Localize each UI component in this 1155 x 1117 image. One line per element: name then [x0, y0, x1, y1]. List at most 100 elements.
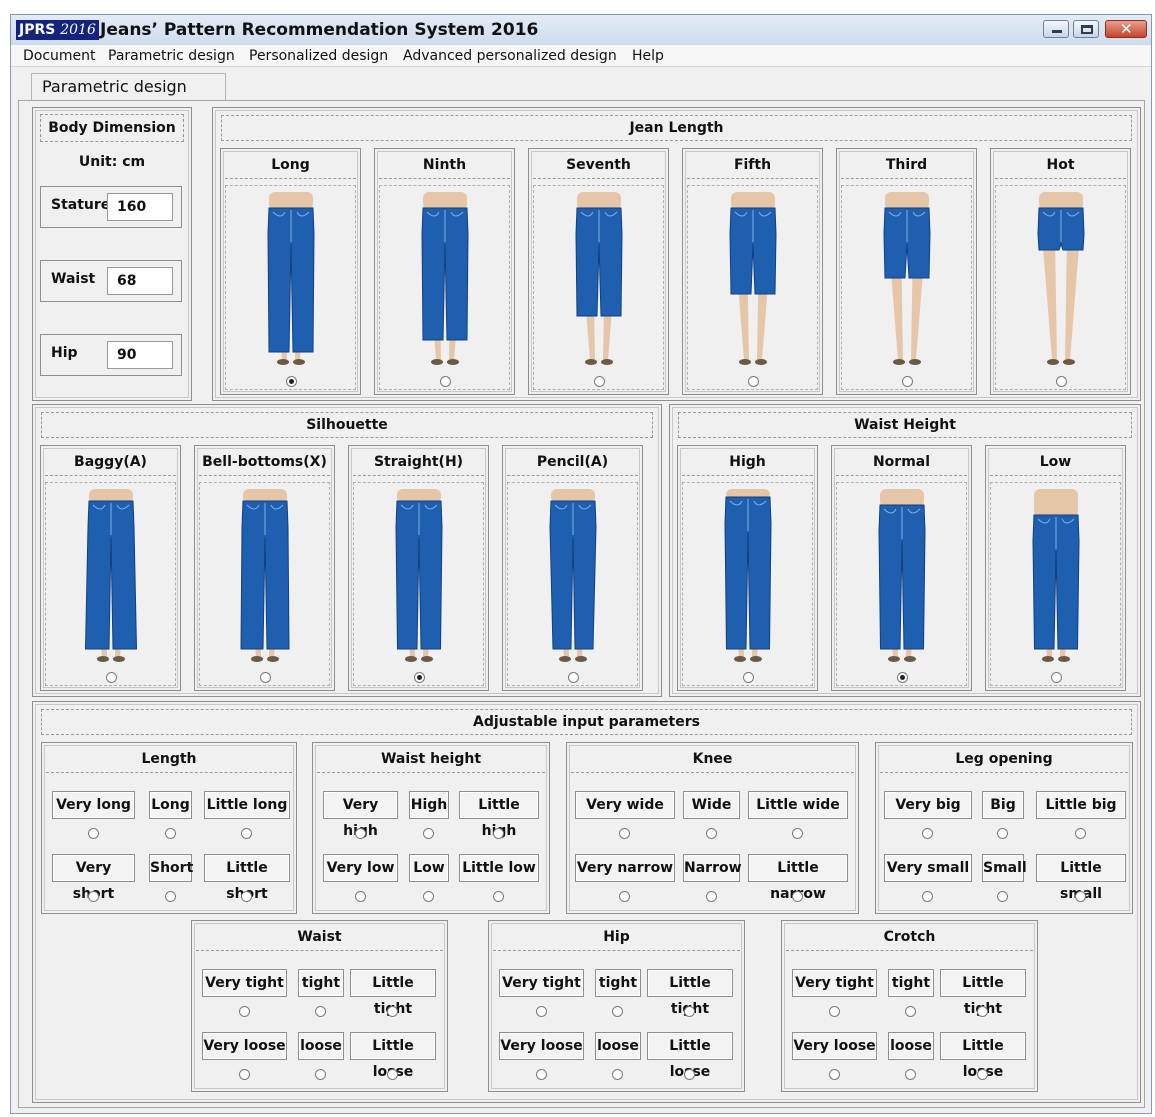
waist-radio-little-losse[interactable] — [387, 1069, 398, 1080]
leg-opening-option-little-big[interactable]: Little big — [1036, 791, 1126, 819]
hip-radio-loose[interactable] — [612, 1069, 623, 1080]
knee-radio-very-wide[interactable] — [619, 828, 630, 839]
waist-height-radio-very-low[interactable] — [355, 891, 366, 902]
waist-radio-little-tight[interactable] — [387, 1006, 398, 1017]
length-radio-very-short[interactable] — [88, 891, 99, 902]
knee-radio-very-narrow[interactable] — [619, 891, 630, 902]
waist-height-option-very-low[interactable]: Very low — [323, 854, 398, 882]
crotch-option-tight[interactable]: tight — [888, 969, 934, 997]
length-option-very-short[interactable]: Very short — [52, 854, 135, 902]
hip-option-tight[interactable]: tight — [595, 969, 641, 997]
waist-height-card-normal[interactable]: Normal — [831, 445, 972, 691]
jean-length-card-ninth[interactable]: Ninth — [374, 148, 515, 395]
knee-option-narrow[interactable]: Narrow — [683, 854, 742, 882]
silhouette-card-pencil-a[interactable]: Pencil(A) — [502, 445, 643, 691]
length-option-little-short[interactable]: Little short — [204, 854, 290, 902]
crotch-radio-little-tight[interactable] — [977, 1006, 988, 1017]
waist-radio-very-tight[interactable] — [239, 1006, 250, 1017]
waist-height-radio-little-low[interactable] — [493, 891, 504, 902]
jean-length-radio-third[interactable] — [902, 376, 913, 387]
length-option-very-long[interactable]: Very long — [52, 791, 135, 819]
waist-option-little-losse[interactable]: Little losse — [350, 1032, 436, 1080]
waist-option-tight[interactable]: tight — [298, 969, 344, 997]
length-radio-short[interactable] — [165, 891, 176, 902]
hip-radio-tight[interactable] — [612, 1006, 623, 1017]
close-button[interactable]: ✕ — [1105, 20, 1147, 38]
waist-option-very-loose[interactable]: Very loose — [202, 1032, 287, 1060]
silhouette-radio-pencil-a[interactable] — [568, 672, 579, 683]
waist-radio-very-loose[interactable] — [239, 1069, 250, 1080]
length-radio-long[interactable] — [165, 828, 176, 839]
minimize-button[interactable] — [1043, 20, 1069, 38]
crotch-radio-little-losse[interactable] — [977, 1069, 988, 1080]
knee-radio-narrow[interactable] — [706, 891, 717, 902]
waist-height-radio-low[interactable] — [1051, 672, 1062, 683]
waist-height-radio-high[interactable] — [423, 828, 434, 839]
waist-option-very-tight[interactable]: Very tight — [202, 969, 287, 997]
hip-option-very-loose[interactable]: Very loose — [499, 1032, 584, 1060]
hip-radio-very-loose[interactable] — [536, 1069, 547, 1080]
jean-length-card-seventh[interactable]: Seventh — [528, 148, 669, 395]
crotch-radio-loose[interactable] — [905, 1069, 916, 1080]
knee-option-very-narrow[interactable]: Very narrow — [575, 854, 675, 882]
jean-length-card-hot[interactable]: Hot — [990, 148, 1131, 395]
hip-radio-little-tight[interactable] — [684, 1006, 695, 1017]
length-radio-little-short[interactable] — [241, 891, 252, 902]
leg-opening-radio-big[interactable] — [997, 828, 1008, 839]
crotch-radio-very-loose[interactable] — [829, 1069, 840, 1080]
waist-height-radio-high[interactable] — [743, 672, 754, 683]
crotch-radio-very-tight[interactable] — [829, 1006, 840, 1017]
leg-opening-option-very-small[interactable]: Very small — [884, 854, 972, 882]
silhouette-radio-straight-h[interactable] — [414, 672, 425, 683]
leg-opening-option-small[interactable]: Small — [982, 854, 1027, 882]
tab-parametric-design[interactable]: Parametric design — [31, 73, 226, 101]
silhouette-radio-bell-bottoms-x[interactable] — [260, 672, 271, 683]
leg-opening-radio-very-big[interactable] — [922, 828, 933, 839]
jean-length-radio-hot[interactable] — [1056, 376, 1067, 387]
crotch-option-very-tight[interactable]: Very tight — [792, 969, 877, 997]
silhouette-radio-baggy-a[interactable] — [106, 672, 117, 683]
title-bar[interactable]: JPRS 2016 Jeans’ Pattern Recommendation … — [11, 15, 1151, 45]
length-option-long[interactable]: Long — [149, 791, 192, 819]
jean-length-radio-ninth[interactable] — [440, 376, 451, 387]
menu-advanced-personalized-design[interactable]: Advanced personalized design — [403, 47, 617, 65]
waist-height-radio-very-high[interactable] — [355, 828, 366, 839]
knee-radio-little-narrow[interactable] — [792, 891, 803, 902]
leg-opening-option-big[interactable]: Big — [982, 791, 1024, 819]
leg-opening-option-little-small[interactable]: Little small — [1036, 854, 1126, 902]
waist-radio-tight[interactable] — [315, 1006, 326, 1017]
leg-opening-option-very-big[interactable]: Very big — [884, 791, 972, 819]
jean-length-card-fifth[interactable]: Fifth — [682, 148, 823, 395]
hip-input[interactable]: 90 — [107, 341, 173, 369]
knee-option-very-wide[interactable]: Very wide — [575, 791, 675, 819]
jean-length-radio-fifth[interactable] — [748, 376, 759, 387]
silhouette-card-straight-h[interactable]: Straight(H) — [348, 445, 489, 691]
silhouette-card-bell-bottoms-x[interactable]: Bell-bottoms(X) — [194, 445, 335, 691]
menu-parametric-design[interactable]: Parametric design — [108, 47, 235, 65]
leg-opening-radio-little-small[interactable] — [1075, 891, 1086, 902]
knee-radio-little-wide[interactable] — [792, 828, 803, 839]
length-option-short[interactable]: Short — [149, 854, 193, 882]
silhouette-card-baggy-a[interactable]: Baggy(A) — [40, 445, 181, 691]
menu-document[interactable]: Document — [23, 47, 96, 65]
length-option-little-long[interactable]: Little long — [204, 791, 290, 819]
waist-height-radio-normal[interactable] — [897, 672, 908, 683]
leg-opening-radio-very-small[interactable] — [922, 891, 933, 902]
leg-opening-radio-little-big[interactable] — [1075, 828, 1086, 839]
waist-height-option-little-low[interactable]: Little low — [459, 854, 539, 882]
hip-option-loose[interactable]: loose — [595, 1032, 641, 1060]
length-radio-very-long[interactable] — [88, 828, 99, 839]
waist-height-option-very-high[interactable]: Very high — [323, 791, 398, 839]
hip-radio-very-tight[interactable] — [536, 1006, 547, 1017]
stature-input[interactable]: 160 — [107, 193, 173, 221]
knee-option-little-wide[interactable]: Little wide — [748, 791, 848, 819]
crotch-option-very-loose[interactable]: Very loose — [792, 1032, 877, 1060]
waist-height-card-high[interactable]: High — [677, 445, 818, 691]
leg-opening-radio-small[interactable] — [997, 891, 1008, 902]
length-radio-little-long[interactable] — [241, 828, 252, 839]
maximize-button[interactable] — [1073, 20, 1099, 38]
hip-radio-little-losse[interactable] — [684, 1069, 695, 1080]
jean-length-card-third[interactable]: Third — [836, 148, 977, 395]
waist-option-loose[interactable]: loose — [298, 1032, 344, 1060]
waist-radio-loose[interactable] — [315, 1069, 326, 1080]
